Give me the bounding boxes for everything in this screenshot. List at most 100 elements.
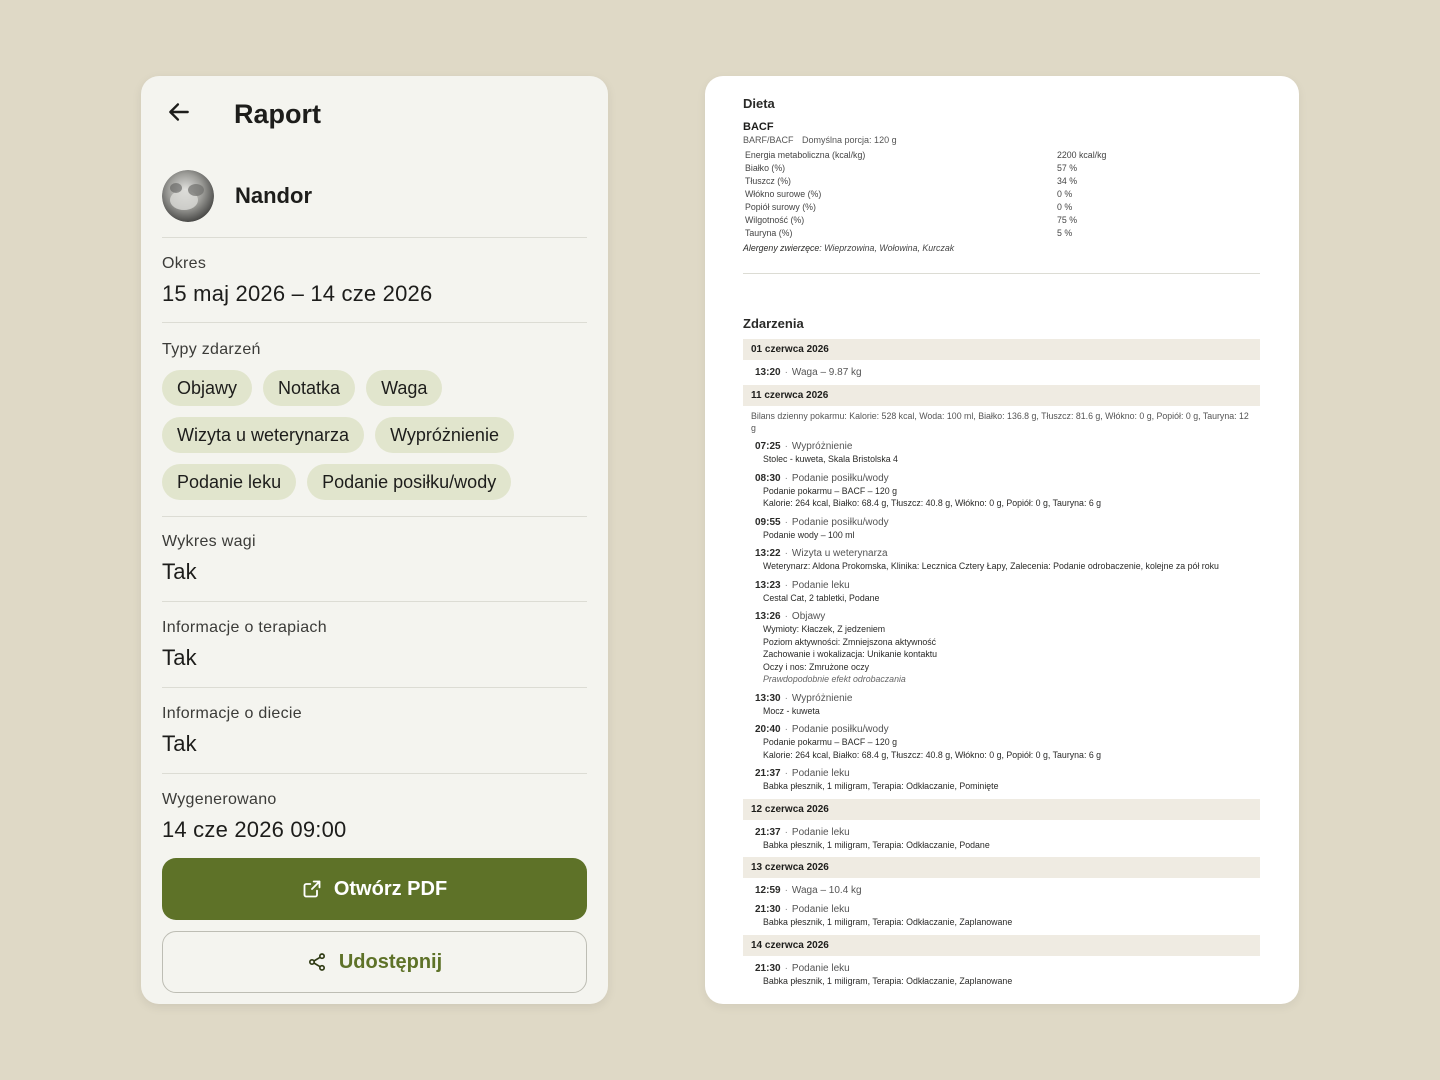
nutrient-value: 0 % <box>1057 189 1073 199</box>
event-time: 08:30 <box>755 472 781 484</box>
event-detail: Babka płesznik, 1 miligram, Terapia: Odk… <box>763 839 990 850</box>
separator-dot: · <box>784 768 788 779</box>
back-button[interactable] <box>163 98 195 130</box>
top-app-bar: Raport <box>141 76 608 152</box>
event-detail: Babka płesznik, 1 miligram, Terapia: Odk… <box>763 917 1013 927</box>
chip-waga[interactable]: Waga <box>366 370 443 406</box>
event-item: 20:40 · Podanie posiłku/wody Podanie pokarm… <box>743 723 1260 761</box>
event-detail: Oczy i nos: Zmrużone oczy <box>763 661 870 672</box>
event-kind: Podanie leku <box>791 962 850 974</box>
section-divider <box>743 273 1260 274</box>
events-list: 01 czerwca 2026 13:20 · Waga – 9.87 kg 11 cz… <box>743 339 1260 987</box>
event-time: 13:30 <box>755 692 781 704</box>
event-header: 09:55 · Podanie posiłku/wody <box>755 516 1260 529</box>
separator-dot: · <box>784 367 788 378</box>
event-time: 13:22 <box>755 548 781 559</box>
nutrient-value: 2200 kcal/kg <box>1057 150 1107 160</box>
event-kind: Podanie leku <box>791 826 850 838</box>
allergens-value: Wieprzowina, Wołowina, Kurczak <box>824 243 955 253</box>
event-kind: Podanie leku <box>791 579 850 591</box>
event-header: 13:20 · Waga – 9.87 kg <box>755 366 1260 379</box>
event-kind: Podanie posiłku/wody <box>791 724 889 735</box>
separator-dot: · <box>784 548 788 559</box>
event-item: 21:30 · Podanie leku Babka płesznik, 1 mili… <box>743 962 1260 988</box>
separator-dot: · <box>784 885 788 896</box>
separator-dot: · <box>784 724 788 735</box>
event-kind: Objawy <box>791 611 826 622</box>
event-header: 13:30 · Wypróżnienie <box>755 692 1260 705</box>
chip-podanie-posilku-wody[interactable]: Podanie posiłku/wody <box>307 464 512 500</box>
report-screen: Raport Nandor Okres 15 maj 2026 – 14 cze… <box>141 76 608 1004</box>
weight-chart-section: Wykres wagi Tak <box>162 532 587 602</box>
event-item: 13:23 · Podanie leku Cestal Cat, 2 tabletki… <box>743 579 1260 605</box>
nutrient-row: Popiół surowy (%) 0 % <box>743 201 1260 214</box>
event-item: 07:25 · Wypróżnienie Stolec - kuweta, Skala… <box>743 440 1260 466</box>
page-title: Raport <box>234 99 321 129</box>
event-time: 21:30 <box>755 904 781 915</box>
period-value: 15 maj 2026 – 14 cze 2026 <box>162 281 433 306</box>
event-detail: Mocz - kuweta <box>763 705 820 716</box>
event-kind: Podanie leku <box>791 904 850 915</box>
pdf-page: Dieta BACF BARF/BACF Domyślna porcja: 12… <box>743 96 1260 987</box>
share-button[interactable]: Udostępnij <box>162 931 587 993</box>
event-time: 09:55 <box>755 516 781 528</box>
chip-wyproznienie[interactable]: Wypróżnienie <box>375 417 514 453</box>
event-detail: Wymioty: Kłaczek, Z jedzeniem <box>763 624 886 634</box>
event-detail: Kalorie: 264 kcal, Białko: 68.4 g, Tłusz… <box>763 749 1102 760</box>
weight-chart-label: Wykres wagi <box>162 533 256 550</box>
events-heading: Zdarzenia <box>743 316 804 331</box>
nutrient-name: Tauryna (%) <box>745 228 793 238</box>
weight-chart-value: Tak <box>162 559 197 584</box>
event-kind: Wizyta u weterynarza <box>791 548 888 559</box>
nutrient-name: Tłuszcz (%) <box>745 176 791 186</box>
nutrient-value: 75 % <box>1057 215 1078 225</box>
event-note: Prawdopodobnie efekt odrobaczania <box>763 674 906 684</box>
therapy-value: Tak <box>162 645 197 670</box>
chip-notatka[interactable]: Notatka <box>263 370 356 406</box>
chip-wizyta-u-weterynarza[interactable]: Wizyta u weterynarza <box>162 417 365 453</box>
event-kind: Wypróżnienie <box>791 441 853 452</box>
chip-podanie-leku[interactable]: Podanie leku <box>162 464 297 500</box>
event-time: 21:37 <box>755 826 781 838</box>
day-header: 12 czerwca 2026 <box>743 798 1260 820</box>
event-kind: Wypróżnienie <box>791 692 853 704</box>
nutrient-name: Popiół surowy (%) <box>745 202 816 212</box>
period-section: Okres 15 maj 2026 – 14 cze 2026 <box>162 254 587 323</box>
separator-dot: · <box>784 579 788 591</box>
event-header: 20:40 · Podanie posiłku/wody <box>755 723 1260 736</box>
event-kind: Podanie posiłku/wody <box>791 516 889 528</box>
event-detail: Kalorie: 264 kcal, Białko: 68.4 g, Tłusz… <box>763 498 1102 508</box>
nutrient-value: 57 % <box>1057 163 1078 173</box>
generated-section: Wygenerowano 14 cze 2026 09:00 <box>162 790 587 850</box>
generated-value: 14 cze 2026 09:00 <box>162 817 347 842</box>
event-time: 13:20 <box>755 367 781 378</box>
chip-objawy[interactable]: Objawy <box>162 370 253 406</box>
open-pdf-label: Otwórz PDF <box>333 877 448 900</box>
event-item: 21:30 · Podanie leku Babka płesznik, 1 mili… <box>743 903 1260 929</box>
nutrient-row: Białko (%) 57 % <box>743 162 1260 175</box>
event-item: 21:37 · Podanie leku Babka płesznik, 1 mili… <box>743 767 1260 793</box>
day-header: 01 czerwca 2026 <box>743 339 1260 360</box>
pdf-preview[interactable]: Dieta BACF BARF/BACF Domyślna porcja: 12… <box>705 76 1299 1004</box>
allergens: Alergeny zwierzęce: Wieprzowina, Wołowin… <box>743 243 1260 253</box>
diet-section: Informacje o diecie Tak <box>162 704 587 774</box>
nutrient-row: Włókno surowe (%) 0 % <box>743 188 1260 201</box>
daily-summary: Bilans dzienny pokarmu: Kalorie: 528 kca… <box>751 411 1249 433</box>
day-header: 11 czerwca 2026 <box>743 385 1260 406</box>
separator-dot: · <box>784 962 788 974</box>
diet-value: Tak <box>162 731 197 756</box>
open-pdf-button[interactable]: Otwórz PDF <box>162 858 587 920</box>
nutrients-table: Energia metaboliczna (kcal/kg) 2200 kcal/… <box>743 149 1260 240</box>
day-header: 13 czerwca 2026 <box>743 857 1260 878</box>
event-header: 08:30 · Podanie posiłku/wody <box>755 472 1260 485</box>
event-types-section: Typy zdarzeń Objawy Notatka Waga Wizyta … <box>162 340 587 517</box>
event-header: 21:30 · Podanie leku <box>755 962 1260 975</box>
event-time: 07:25 <box>755 441 781 452</box>
therapy-section: Informacje o terapiach Tak <box>162 618 587 688</box>
nutrient-value: 5 % <box>1057 228 1073 238</box>
event-detail: Podanie pokarmu – BACF – 120 g <box>763 737 897 747</box>
event-header: 21:37 · Podanie leku <box>755 767 1260 780</box>
event-header: 13:22 · Wizyta u weterynarza <box>755 547 1260 560</box>
therapy-label: Informacje o terapiach <box>162 619 327 636</box>
separator-dot: · <box>784 904 788 915</box>
